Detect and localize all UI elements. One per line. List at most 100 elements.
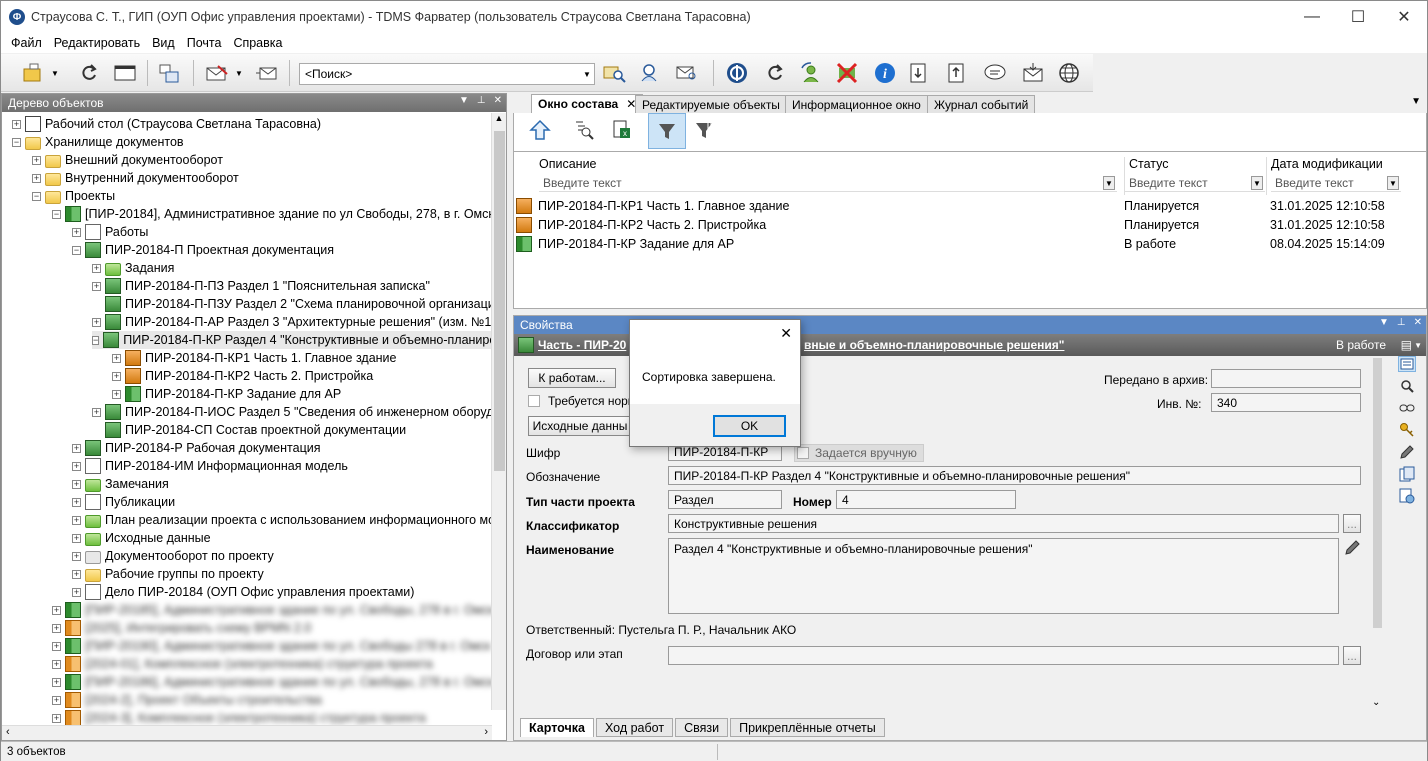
- farvater-logo-icon[interactable]: [725, 62, 749, 84]
- name-field[interactable]: Раздел 4 "Конструктивные и объемно-плани…: [668, 538, 1339, 614]
- panel-close-icon[interactable]: ✕: [494, 95, 502, 106]
- tree-item-task-ar[interactable]: + ПИР-20184-П-КР Задание для АР: [112, 385, 341, 403]
- tree-item-stage-p[interactable]: − ПИР-20184-П Проектная документация: [72, 241, 334, 259]
- tree-item-section-ios[interactable]: + ПИР-20184-П-ИОС Раздел 5 "Сведения об и…: [92, 403, 492, 421]
- tab-info-window[interactable]: Информационное окно: [785, 95, 928, 113]
- tree-horizontal-scrollbar[interactable]: ‹ ›: [2, 725, 492, 740]
- search-icon[interactable]: [1398, 378, 1416, 394]
- tree-item-publications[interactable]: + Публикации: [72, 493, 175, 511]
- tree-item-source-data[interactable]: + Исходные данные: [72, 529, 211, 547]
- tree-item-project-blur[interactable]: + [ПИР-20190], Административное здание по…: [52, 637, 490, 655]
- classifier-select-button[interactable]: ...: [1343, 514, 1361, 533]
- tree-item-project-blur[interactable]: + [2025], Интегрировать схему BPMN 2.0: [52, 619, 311, 637]
- requires-norm-checkbox[interactable]: Требуется норм: [528, 394, 636, 408]
- tree-item-case[interactable]: + Дело ПИР-20184 (ОУП Офис управления про…: [72, 583, 414, 601]
- scroll-right-icon[interactable]: ›: [484, 726, 488, 738]
- tree-item-external-docflow[interactable]: + Внешний документооборот: [32, 151, 223, 169]
- props-scrollbar[interactable]: ⌄: [1372, 358, 1384, 708]
- reload-icon[interactable]: [763, 62, 787, 84]
- menu-view[interactable]: Вид: [146, 36, 181, 50]
- filter-dropdown-icon[interactable]: ▼: [1251, 176, 1263, 190]
- to-works-button[interactable]: К работам...: [528, 368, 616, 388]
- filter-icon[interactable]: [648, 113, 686, 149]
- tree-item-project-blur[interactable]: + [ПИР-20185], Административное здание по…: [52, 601, 492, 619]
- object-title-left[interactable]: Часть - ПИР-20: [538, 338, 626, 352]
- designation-field[interactable]: ПИР-20184-П-КР Раздел 4 "Конструктивные …: [668, 466, 1361, 485]
- contract-field[interactable]: [668, 646, 1339, 665]
- tree-item-project-20184[interactable]: − [ПИР-20184], Административное здание по…: [52, 205, 492, 223]
- info-icon[interactable]: i: [873, 62, 897, 84]
- object-menu-dropdown-icon[interactable]: ▼: [1414, 341, 1422, 350]
- pin-icon[interactable]: ⊥: [477, 95, 486, 106]
- ok-button[interactable]: OK: [713, 415, 786, 437]
- tree-item-remarks[interactable]: + Замечания: [72, 475, 169, 493]
- tree-item-project-blur[interactable]: + [ПИР-20186], Административное здание по…: [52, 673, 492, 691]
- tree-item-section-pz[interactable]: + ПИР-20184-П-ПЗ Раздел 1 "Пояснительная …: [92, 277, 430, 295]
- scroll-left-icon[interactable]: ‹: [6, 726, 10, 738]
- send-icon[interactable]: [255, 62, 279, 84]
- filter-dropdown-icon[interactable]: ▼: [1387, 176, 1399, 190]
- tree-vertical-scrollbar[interactable]: ▲: [491, 113, 506, 710]
- new-object-dropdown-icon[interactable]: ▼: [49, 62, 61, 84]
- tree-item-internal-docflow[interactable]: + Внутренний документооборот: [32, 169, 239, 187]
- tree-item-project-blur[interactable]: + [2024-3], Комплексное (электротехника) …: [52, 709, 426, 725]
- new-object-icon[interactable]: [21, 62, 45, 84]
- close-button[interactable]: ✕: [1381, 1, 1427, 33]
- document-up-icon[interactable]: [945, 62, 969, 84]
- table-row[interactable]: ПИР-20184-П-КР Задание для АР В работе 0…: [514, 235, 1426, 254]
- mail-dropdown-icon[interactable]: ▼: [233, 62, 245, 84]
- up-level-icon[interactable]: [528, 119, 552, 141]
- tab-attached-reports[interactable]: Прикреплённые отчеты: [730, 718, 885, 737]
- tree-item-section-pzu[interactable]: ПИР-20184-П-ПЗУ Раздел 2 "Схема планиров…: [105, 295, 492, 313]
- tree-item-part-kr2[interactable]: + ПИР-20184-П-КР2 Часть 2. Пристройка: [112, 367, 373, 385]
- find-in-list-icon[interactable]: [572, 119, 596, 141]
- tab-edited-objects[interactable]: Редактируемые объекты: [635, 95, 787, 113]
- tabs-menu-icon[interactable]: ▼: [1411, 96, 1421, 107]
- versions-icon[interactable]: [1398, 466, 1416, 482]
- settings-icon[interactable]: [1398, 488, 1416, 504]
- inbox-icon[interactable]: [1021, 62, 1045, 84]
- source-data-button[interactable]: Исходные данны: [528, 416, 632, 436]
- search-dropdown-icon[interactable]: ▼: [580, 64, 594, 84]
- tree-item-projects[interactable]: − Проекты: [32, 187, 115, 205]
- tree-item-project-blur[interactable]: + [2024-2], Проект Объекты строительства: [52, 691, 322, 709]
- tree-item-part-kr1[interactable]: + ПИР-20184-П-КР1 Часть 1. Главное здание: [112, 349, 397, 367]
- tree-item-project-docflow[interactable]: + Документооборот по проекту: [72, 547, 274, 565]
- window-icon[interactable]: [113, 62, 137, 84]
- edit-icon[interactable]: [1398, 444, 1416, 460]
- link-icon[interactable]: [1398, 400, 1416, 416]
- menu-file[interactable]: Файл: [5, 36, 48, 50]
- scroll-down-icon[interactable]: ⌄: [1372, 697, 1380, 708]
- tree-item-section-kr[interactable]: − ПИР-20184-П-КР Раздел 4 "Конструктивные…: [92, 331, 492, 349]
- archive-field[interactable]: [1211, 369, 1361, 388]
- tree-item-composition[interactable]: ПИР-20184-СП Состав проектной документац…: [105, 421, 406, 439]
- scroll-thumb[interactable]: [494, 131, 505, 471]
- tree-item-project-blur[interactable]: + [2024-01], Комплексное (электротехника)…: [52, 655, 433, 673]
- card-view-icon[interactable]: [1398, 356, 1416, 372]
- tree-item-works[interactable]: + Работы: [72, 223, 148, 241]
- tab-links[interactable]: Связи: [675, 718, 729, 737]
- tree-item-stage-r[interactable]: + ПИР-20184-Р Рабочая документация: [72, 439, 320, 457]
- col-description-header[interactable]: Описание: [539, 157, 597, 175]
- date-filter-input[interactable]: Введите текст ▼: [1271, 174, 1401, 192]
- menu-mail[interactable]: Почта: [181, 36, 228, 50]
- search-user-icon[interactable]: [639, 62, 663, 84]
- panel-menu-icon[interactable]: ▼: [459, 95, 469, 106]
- mail-compose-icon[interactable]: [205, 62, 229, 84]
- export-excel-icon[interactable]: x: [610, 119, 634, 141]
- menu-help[interactable]: Справка: [227, 36, 288, 50]
- tree-item-tasks[interactable]: + Задания: [92, 259, 174, 277]
- panel-menu-icon[interactable]: ▼: [1379, 317, 1389, 328]
- minimize-button[interactable]: —: [1289, 1, 1335, 33]
- tree-item-desktop[interactable]: + Рабочий стол (Страусова Светлана Тарасо…: [12, 115, 321, 133]
- search-mail-icon[interactable]: [675, 62, 699, 84]
- keys-icon[interactable]: [1398, 422, 1416, 438]
- document-down-icon[interactable]: [907, 62, 931, 84]
- delete-network-icon[interactable]: [835, 62, 859, 84]
- table-row[interactable]: ПИР-20184-П-КР2 Часть 2. Пристройка План…: [514, 216, 1426, 235]
- tree-item-info-model[interactable]: + ПИР-20184-ИМ Информационная модель: [72, 457, 348, 475]
- globe-icon[interactable]: [1057, 62, 1081, 84]
- scroll-up-icon[interactable]: ▲: [492, 113, 506, 123]
- object-menu-icon[interactable]: ▤: [1401, 338, 1412, 352]
- part-type-field[interactable]: Раздел: [668, 490, 782, 509]
